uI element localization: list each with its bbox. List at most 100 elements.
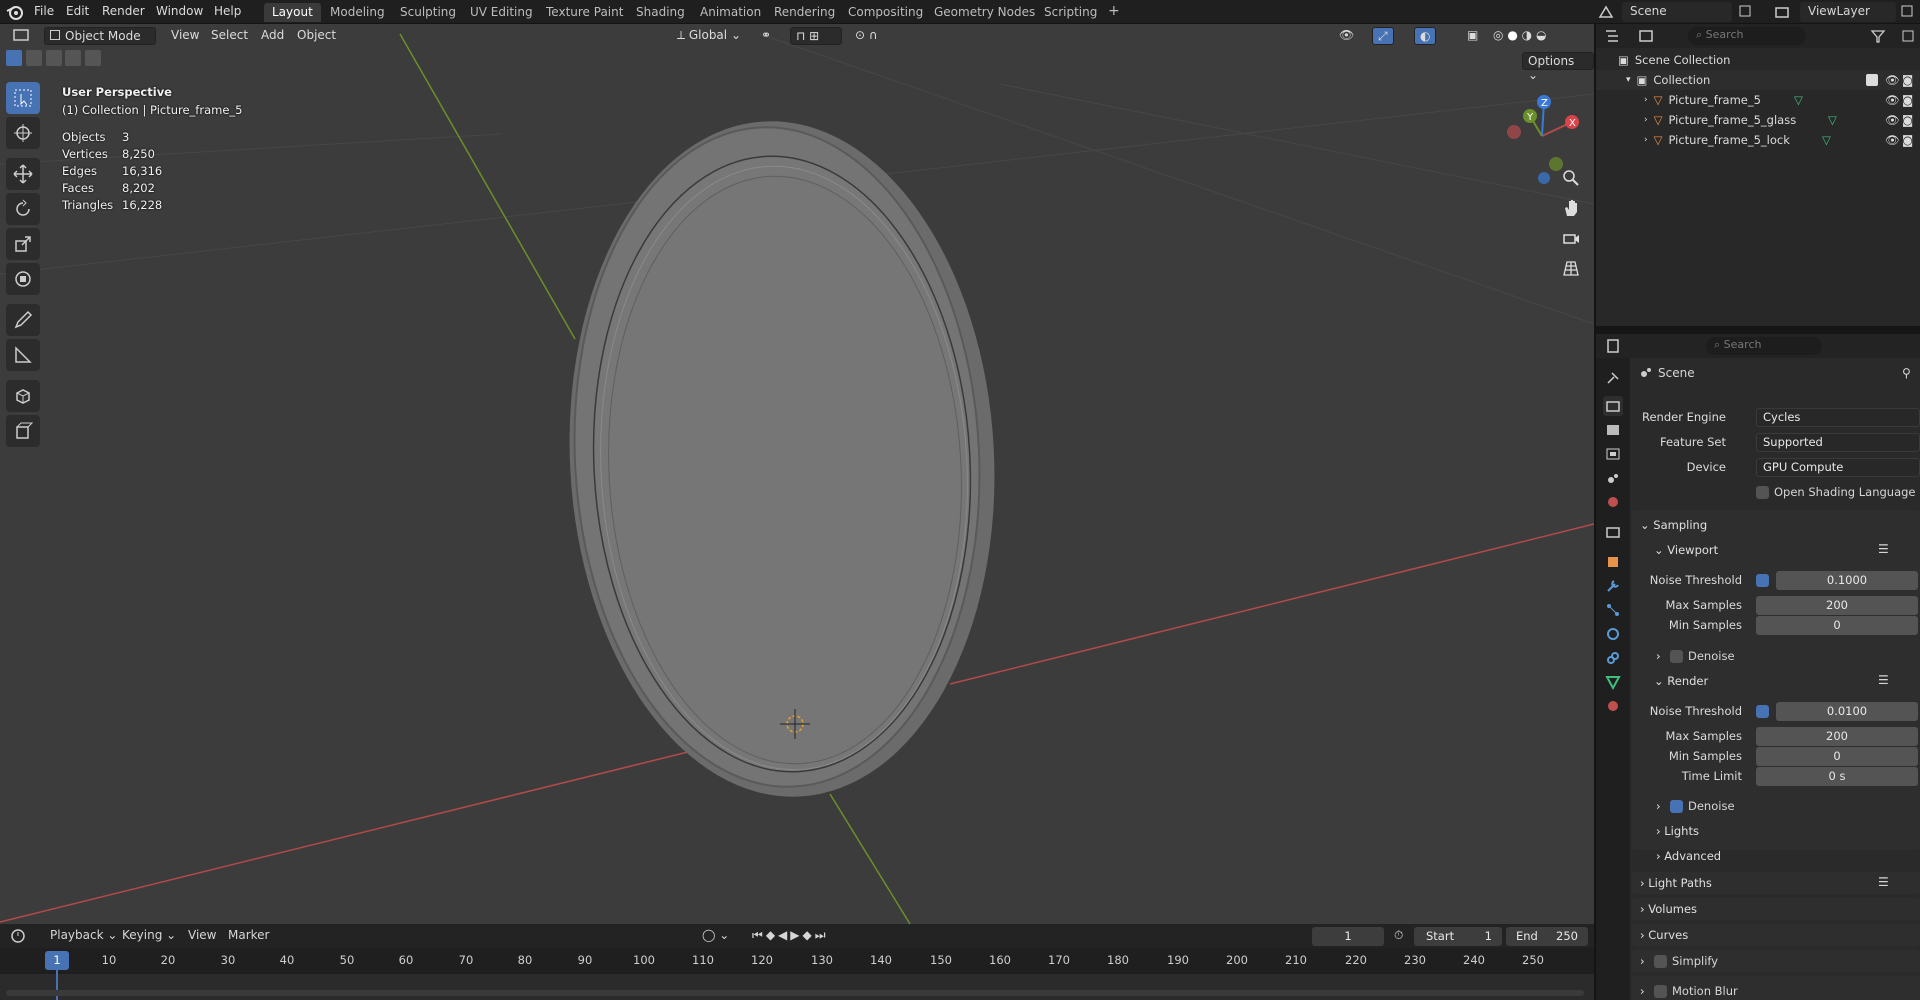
pivot-point-icon[interactable]: ⚭	[756, 27, 776, 45]
area-divider[interactable]	[1596, 326, 1920, 334]
modifier-tab-icon[interactable]	[1603, 576, 1623, 596]
menu-select[interactable]: Select	[206, 27, 253, 45]
osl-checkbox[interactable]	[1756, 486, 1769, 499]
transform-orientation-dropdown[interactable]: ⟂ Global ⌄	[672, 27, 746, 45]
play-icon[interactable]: ▶	[790, 928, 802, 942]
particles-tab-icon[interactable]	[1603, 600, 1623, 620]
new-viewlayer-icon[interactable]	[1900, 4, 1914, 21]
view-layer-tab-icon[interactable]	[1603, 444, 1623, 464]
menu-render[interactable]: Render	[102, 4, 145, 18]
physics-tab-icon[interactable]	[1603, 624, 1623, 644]
object-tab-icon[interactable]	[1603, 552, 1623, 572]
curves-header[interactable]: › Curves	[1640, 928, 1688, 942]
wireframe-shading-icon[interactable]: ◎	[1493, 28, 1503, 42]
options-button[interactable]: Options ⌄	[1522, 52, 1594, 82]
menu-marker[interactable]: Marker	[228, 928, 269, 942]
menu-edit[interactable]: Edit	[66, 4, 89, 18]
timeline-scrollbar[interactable]	[6, 990, 1584, 996]
tab-scripting[interactable]: Scripting	[1036, 3, 1105, 22]
tab-shading[interactable]: Shading	[628, 3, 693, 22]
shading-mode-buttons[interactable]: ◎ ● ◑ ◒	[1488, 27, 1580, 45]
add-cube-tool[interactable]	[6, 380, 40, 412]
chevron-right-icon[interactable]: ›	[1644, 115, 1648, 125]
collection-exclude-checkbox[interactable]	[1866, 74, 1878, 86]
neg-z-axis-handle[interactable]	[1538, 172, 1550, 184]
output-tab-icon[interactable]	[1603, 420, 1623, 440]
eye-icon[interactable]: 👁︎	[1885, 73, 1900, 87]
end-frame-field[interactable]: End 250	[1506, 927, 1588, 946]
playhead-frame-indicator[interactable]: 1	[45, 951, 69, 970]
new-collection-icon[interactable]	[1902, 28, 1916, 47]
scene-selector[interactable]: Scene	[1622, 2, 1732, 22]
collection-row[interactable]: ▾ ▣ Collection 👁︎ ◙	[1596, 70, 1920, 90]
vp-noise-threshold-field[interactable]: 0.1000	[1776, 571, 1918, 590]
presets-list-icon[interactable]: ☰	[1878, 875, 1889, 889]
next-keyframe-icon[interactable]: ◆	[803, 928, 815, 942]
vp-denoise-subpanel[interactable]: ›	[1656, 649, 1661, 663]
chevron-right-icon[interactable]: ›	[1644, 95, 1648, 105]
measure-tool[interactable]	[6, 339, 40, 371]
tab-modeling[interactable]: Modeling	[322, 3, 393, 22]
mesh-data-icon[interactable]: ▽	[1822, 133, 1831, 147]
sampling-header[interactable]: ⌄ Sampling	[1640, 518, 1707, 532]
prev-keyframe-icon[interactable]: ◆	[766, 928, 778, 942]
solid-shading-icon[interactable]: ●	[1507, 28, 1517, 42]
material-tab-icon[interactable]	[1603, 696, 1623, 716]
camera-render-icon[interactable]: ◙	[1902, 93, 1913, 107]
annotate-tool[interactable]	[6, 304, 40, 336]
data-tab-icon[interactable]	[1603, 672, 1623, 692]
r-denoise-checkbox[interactable]	[1670, 800, 1683, 813]
eye-icon[interactable]: 👁︎	[1885, 93, 1900, 107]
menu-add[interactable]: Add	[256, 27, 289, 45]
chevron-right-icon[interactable]: ›	[1644, 135, 1648, 145]
vp-denoise-checkbox[interactable]	[1670, 650, 1683, 663]
blender-logo-icon[interactable]	[6, 3, 24, 24]
3d-viewport[interactable]: Object Mode ⌄ View Select Add Object ⟂ G…	[0, 24, 1594, 924]
world-tab-icon[interactable]	[1603, 492, 1623, 512]
select-subtract-icon[interactable]	[45, 50, 62, 66]
selection-mode-buttons[interactable]	[6, 50, 102, 68]
menu-object[interactable]: Object	[292, 27, 341, 45]
stopwatch-icon[interactable]: ⏱	[1394, 928, 1403, 943]
snap-toggle-icon[interactable]: ⊓ ⊞	[790, 27, 842, 45]
mode-selector[interactable]: Object Mode ⌄	[44, 27, 156, 57]
pin-icon[interactable]: ⚲	[1902, 366, 1911, 380]
motion-blur-header[interactable]: ›	[1640, 984, 1645, 998]
advanced-subpanel[interactable]: › Advanced	[1656, 849, 1721, 863]
picture-frame-object[interactable]	[553, 110, 1012, 807]
outliner-object-row[interactable]: › ▽ Picture_frame_5_lock ▽ 👁︎ ◙	[1596, 130, 1920, 150]
timeline-editor-type-icon[interactable]	[10, 928, 32, 947]
presets-list-icon[interactable]: ☰	[1878, 542, 1889, 556]
render-engine-select[interactable]: Cycles	[1756, 408, 1920, 427]
overlays-toggle-icon[interactable]: ◐	[1414, 27, 1437, 45]
display-mode-icon[interactable]	[1638, 28, 1660, 47]
render-subpanel-header[interactable]: ⌄ Render	[1654, 674, 1708, 688]
select-intersect-icon[interactable]	[85, 50, 102, 66]
viewlayer-selector[interactable]: ViewLayer	[1800, 2, 1896, 22]
xray-toggle-icon[interactable]: ▣	[1462, 27, 1483, 45]
neg-x-axis-handle[interactable]	[1507, 125, 1521, 139]
r-max-samples-field[interactable]: 200	[1756, 727, 1918, 746]
select-new-icon[interactable]	[6, 50, 22, 66]
rotate-tool[interactable]	[6, 193, 40, 225]
r-noise-threshold-checkbox[interactable]	[1756, 705, 1769, 718]
menu-keying[interactable]: Keying ⌄	[122, 928, 176, 942]
proportional-editing-icon[interactable]: ⊙ ∩	[850, 27, 883, 45]
rendered-shading-icon[interactable]: ◒	[1536, 28, 1546, 42]
scene-icon[interactable]	[1598, 4, 1614, 23]
ortho-grid-icon[interactable]	[1557, 254, 1585, 282]
material-shading-icon[interactable]: ◑	[1522, 28, 1532, 42]
camera-view-icon[interactable]	[1557, 224, 1585, 252]
menu-timeline-view[interactable]: View	[188, 928, 216, 942]
lights-subpanel[interactable]: › Lights	[1656, 824, 1699, 838]
visibility-filter-icon[interactable]: 👁︎	[1334, 27, 1359, 45]
pan-hand-icon[interactable]	[1557, 194, 1585, 222]
move-tool[interactable]	[6, 158, 40, 190]
outliner-object-row[interactable]: › ▽ Picture_frame_5 ▽ 👁︎ ◙	[1596, 90, 1920, 110]
eye-icon[interactable]: 👁︎	[1885, 113, 1900, 127]
chevron-down-icon[interactable]: ▾	[1626, 75, 1631, 85]
editor-type-icon[interactable]	[8, 27, 36, 45]
tab-rendering[interactable]: Rendering	[766, 3, 843, 22]
menu-window[interactable]: Window	[156, 4, 203, 18]
collection-tab-icon[interactable]	[1603, 522, 1623, 542]
